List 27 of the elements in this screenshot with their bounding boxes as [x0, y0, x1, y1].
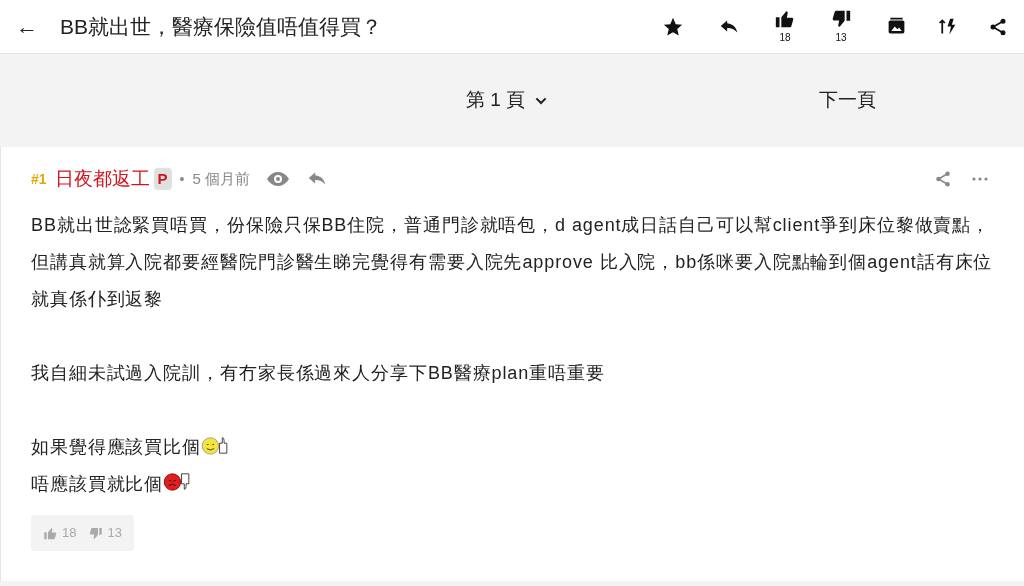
- like-count: 18: [62, 524, 77, 543]
- dislike-count: 13: [107, 524, 122, 543]
- post-text: BB就出世諗緊買唔買，份保險只保BB住院，普通門診就唔包，d agent成日話自己可以幫client爭到床位黎做賣點，但講真就算入院都要經醫院門診醫生睇完覺得有需要入院先approve 比入院，bb係咪要入院點輪到個agent話有床位就真係仆到返黎: [31, 214, 994, 311]
- author-badge: P: [153, 167, 172, 191]
- smiley-thumbs-up-icon: [201, 435, 230, 455]
- thumbs-down-icon[interactable]: [88, 525, 104, 541]
- share-icon[interactable]: [988, 16, 1008, 37]
- thumbs-up-icon[interactable]: [774, 8, 796, 30]
- author-name[interactable]: 日夜都返工: [54, 164, 150, 194]
- like-count: 18: [779, 31, 791, 45]
- post-text: 如果覺得應該買比個: [31, 437, 202, 457]
- dislike-count: 13: [835, 31, 847, 45]
- post-text: 唔應該買就比個: [31, 474, 164, 494]
- thread-title: BB就出世，醫療保險值唔值得買？: [60, 13, 383, 40]
- thumbs-down-icon[interactable]: [830, 8, 852, 30]
- more-icon[interactable]: [972, 177, 988, 181]
- angry-thumbs-down-icon: [163, 472, 192, 492]
- post-time: 5 個月前: [192, 168, 250, 189]
- page-selector[interactable]: 第 1 頁: [466, 86, 550, 115]
- post-text: 我自細未試過入院訓，有冇家長係過來人分享下BB醫療plan重唔重要: [31, 362, 606, 385]
- back-button[interactable]: ←: [16, 10, 48, 43]
- next-page-link[interactable]: 下一頁: [819, 86, 877, 115]
- image-icon[interactable]: [886, 16, 907, 37]
- separator-dot: •: [179, 169, 185, 189]
- post-number: #1: [31, 169, 47, 189]
- thumbs-up-icon[interactable]: [43, 525, 58, 541]
- sort-icon[interactable]: [937, 16, 958, 37]
